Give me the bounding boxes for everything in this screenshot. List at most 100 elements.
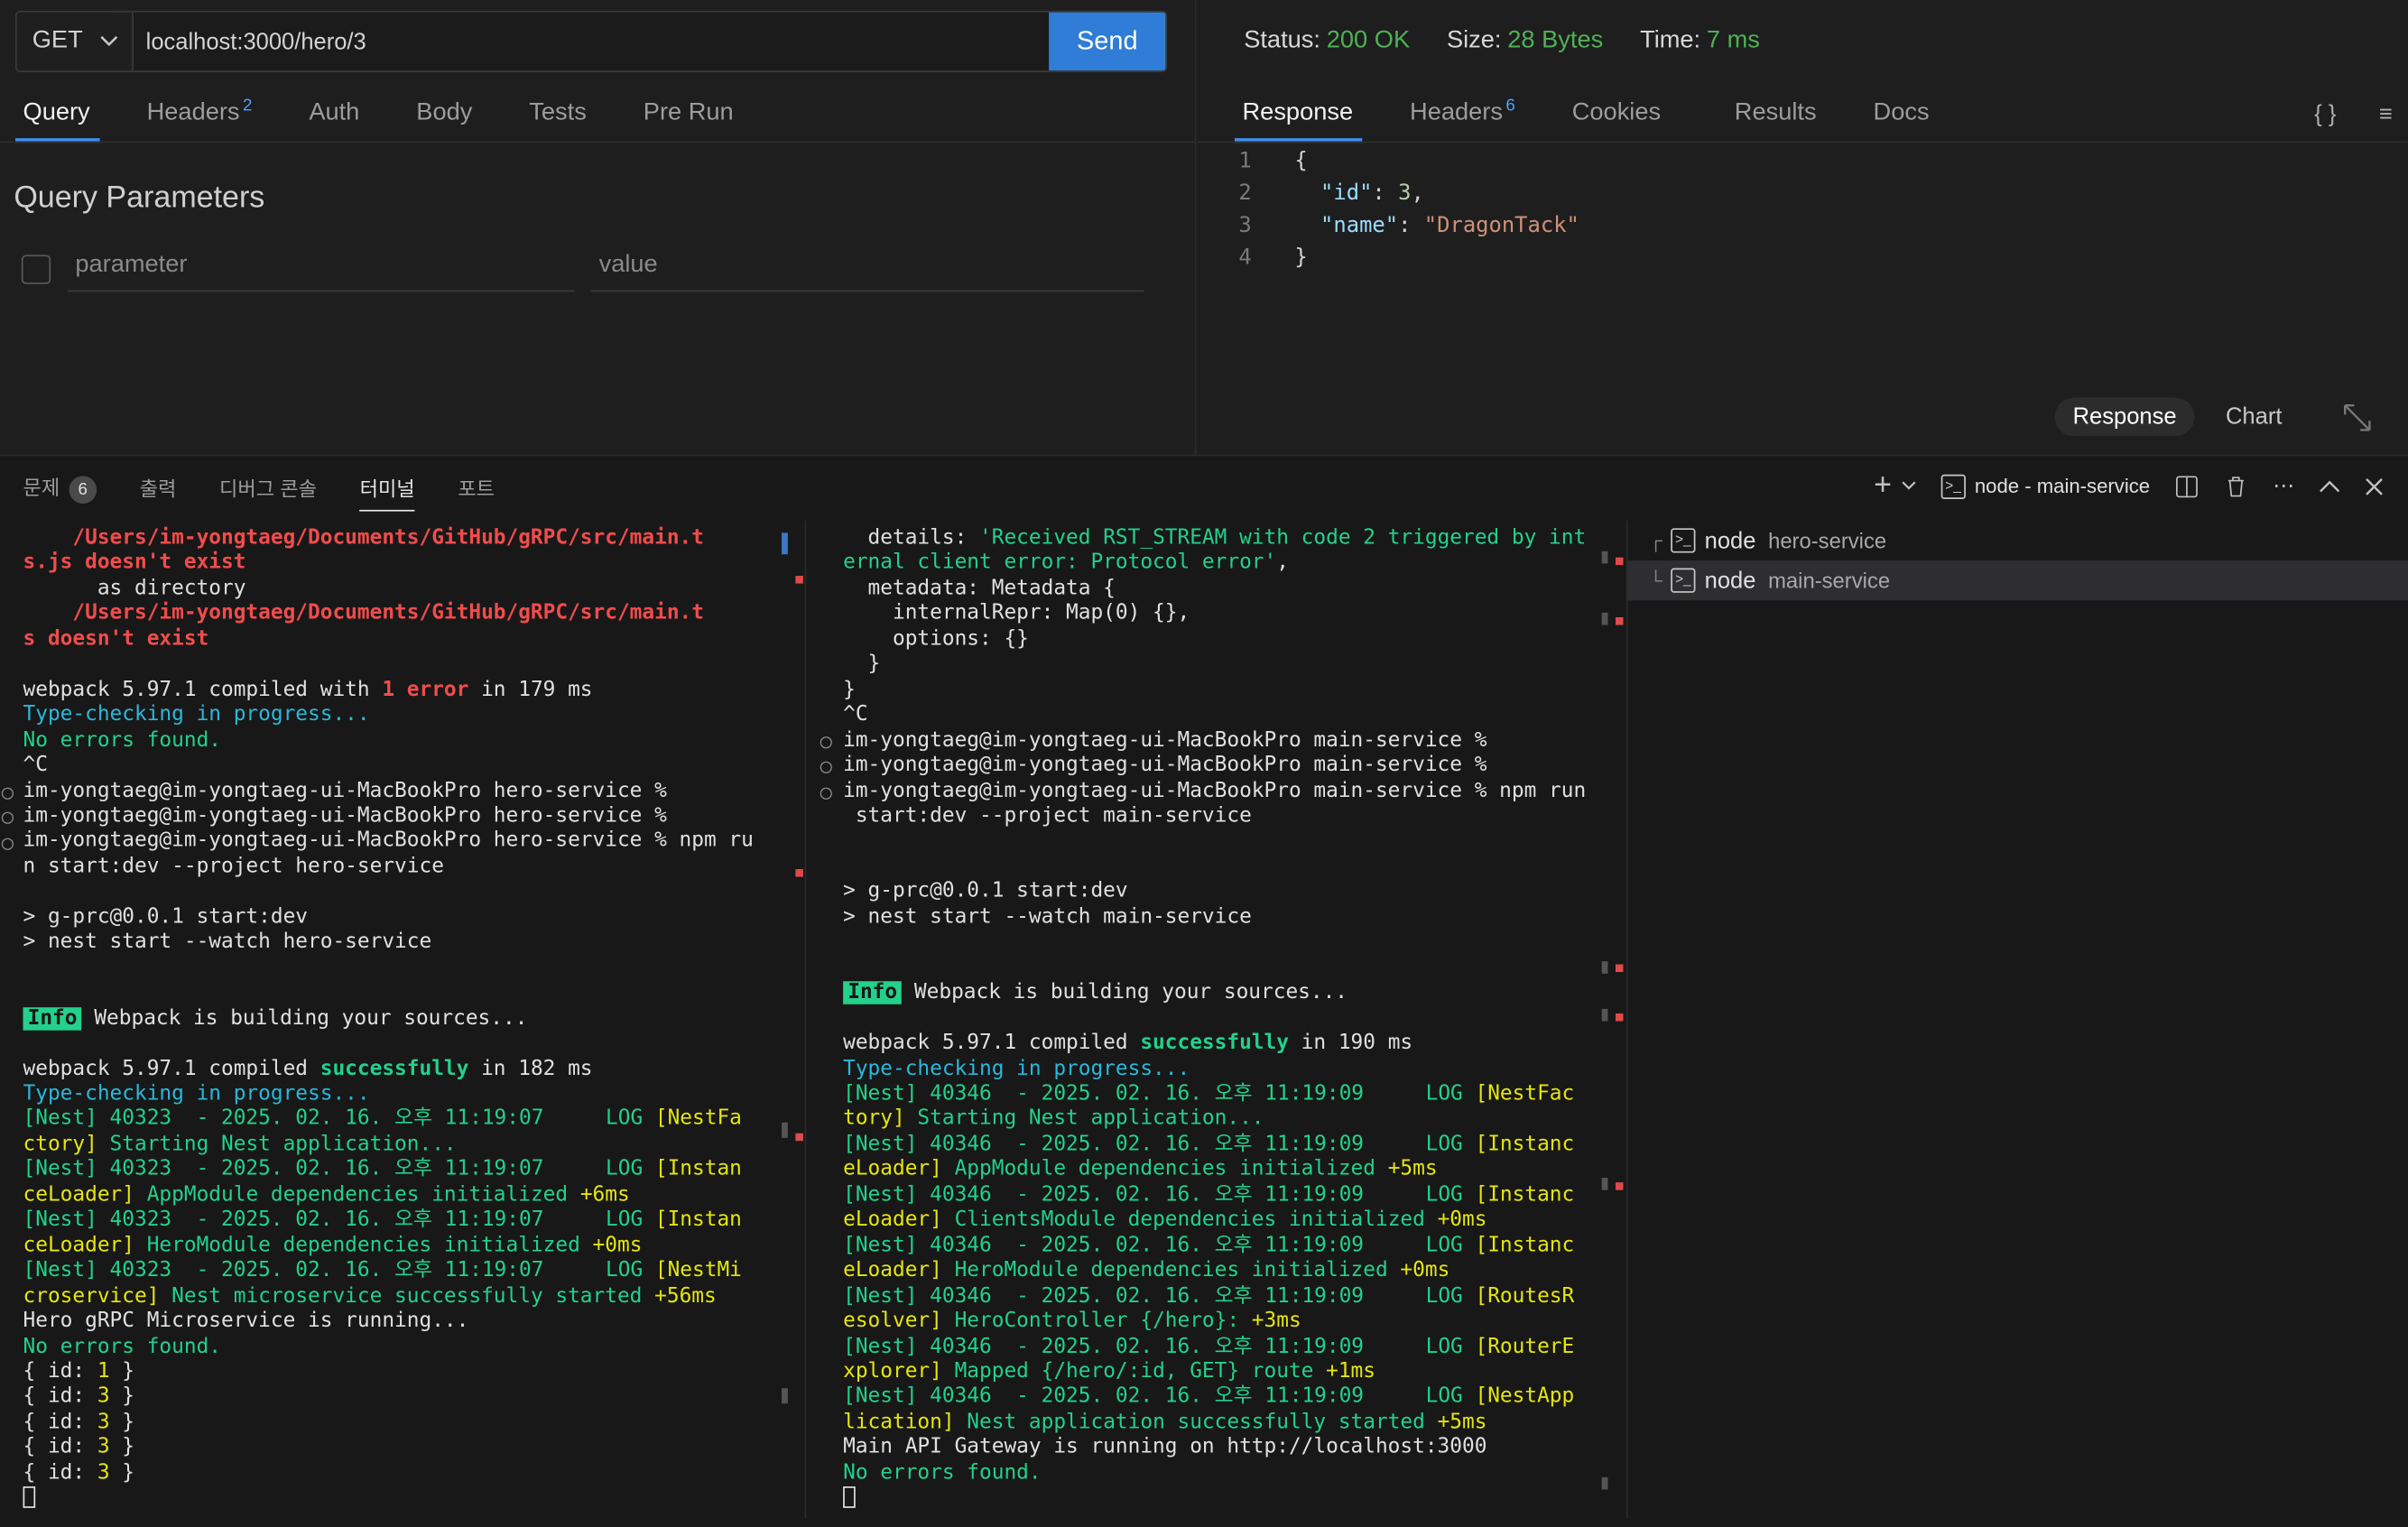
- scrollbar-thumb[interactable]: [782, 532, 788, 555]
- terminal-line: webpack 5.97.1 compiled: [843, 1032, 1141, 1056]
- tab-docs[interactable]: Docs: [1874, 100, 1930, 140]
- terminal-line: webpack 5.97.1 compiled: [23, 1057, 320, 1081]
- wrap-lines-icon[interactable]: ≡: [2379, 101, 2393, 127]
- param-name-input[interactable]: parameter: [67, 243, 575, 292]
- terminal-line: Webpack is building your sources...: [81, 1006, 528, 1031]
- method-select[interactable]: GET: [16, 12, 134, 71]
- tab-query[interactable]: Query: [15, 100, 99, 143]
- log-context: [NestApp: [1475, 1385, 1575, 1409]
- scrollbar-mark: [782, 1122, 788, 1138]
- terminal-line: { id:: [23, 1385, 97, 1409]
- log-context: lication]: [843, 1411, 955, 1434]
- log-context: eLoader]: [843, 1259, 942, 1282]
- response-pane: Status: 200 OK Size: 28 Bytes Time: 7 ms…: [1198, 0, 2408, 455]
- send-button[interactable]: Send: [1049, 12, 1166, 71]
- terminal-name: node: [1704, 567, 1756, 594]
- terminal-hero-service[interactable]: /Users/im-yongtaeg/Documents/GitHub/gRPC…: [23, 527, 776, 1514]
- line-number: 4: [1238, 245, 1252, 271]
- view-chart-button[interactable]: Chart: [2226, 403, 2282, 430]
- terminal-line: 'Received RST_STREAM with code 2 trigger…: [979, 526, 1587, 551]
- scrollbar-mark: [1601, 961, 1608, 974]
- tab-pre-run[interactable]: Pre Run: [644, 100, 734, 140]
- tab-terminal[interactable]: 터미널: [359, 473, 415, 512]
- json-key: "name": [1320, 213, 1399, 238]
- trash-icon[interactable]: [2224, 474, 2248, 498]
- response-tabs: Response Headers 6 Cookies Results Docs: [1235, 97, 1987, 146]
- tab-tests[interactable]: Tests: [529, 100, 587, 140]
- terminal-prompt: im-yongtaeg@im-yongtaeg-ui-MacBookPro he…: [23, 804, 667, 828]
- tab-debug-console[interactable]: 디버그 콘솔: [219, 473, 317, 502]
- log-context: [Instanc: [1475, 1133, 1575, 1157]
- code-line: 4}: [1198, 243, 1579, 275]
- tab-response[interactable]: Response: [1235, 100, 1363, 143]
- log-timing: +5ms: [1387, 1158, 1438, 1182]
- terminal-line: ernal client error: Protocol error': [843, 551, 1277, 576]
- tab-ports[interactable]: 포트: [458, 473, 495, 502]
- terminal-cursor: [843, 1486, 856, 1509]
- tab-cookies[interactable]: Cookies: [1572, 100, 1661, 140]
- tab-auth[interactable]: Auth: [309, 100, 359, 140]
- log-context: [Instan: [654, 1158, 742, 1182]
- terminal-line: > g-prc@0.0.1 start:dev: [843, 880, 1128, 904]
- log-line: [Nest] 40346 - 2025. 02. 16. 오후 11:19:09…: [843, 1082, 1476, 1106]
- url-bar: GET localhost:3000/hero/3 Send: [15, 10, 1168, 72]
- terminal-line: }: [843, 652, 881, 677]
- tab-body[interactable]: Body: [416, 100, 472, 140]
- json-brace: }: [1294, 245, 1308, 271]
- terminal-line: details:: [843, 526, 980, 551]
- param-checkbox[interactable]: [21, 255, 51, 284]
- log-line: [Nest] 40346 - 2025. 02. 16. 오후 11:19:09…: [843, 1385, 1476, 1409]
- new-terminal-icon[interactable]: +: [1874, 468, 1892, 504]
- tab-problems[interactable]: 문제 6: [23, 471, 97, 504]
- active-terminal-label[interactable]: >_ node - main-service: [1940, 473, 2150, 499]
- log-timing: +1ms: [1326, 1360, 1375, 1384]
- tab-results[interactable]: Results: [1735, 100, 1817, 140]
- terminal-main-service[interactable]: details: 'Received RST_STREAM with code …: [843, 527, 1603, 1514]
- log-message: AppModule dependencies initialized: [134, 1183, 580, 1208]
- terminal-list-item-hero-service[interactable]: ┌ >_ node hero-service: [1649, 521, 1886, 560]
- id-value: 3: [97, 1411, 110, 1434]
- log-line: [Nest] 40323 - 2025. 02. 16. 오후 11:19:07…: [23, 1158, 655, 1182]
- view-response-button[interactable]: Response: [2054, 397, 2195, 437]
- terminal-split-divider[interactable]: [804, 520, 807, 1519]
- terminal-line: { id:: [23, 1461, 97, 1485]
- log-message: ClientsModule dependencies initialized: [941, 1208, 1438, 1233]
- log-context: [RouterE: [1475, 1335, 1575, 1358]
- query-parameters-title: Query Parameters: [14, 180, 265, 216]
- terminal-line: /Users/im-yongtaeg/Documents/GitHub/gRPC…: [72, 526, 704, 551]
- terminal-line: n start:dev --project hero-service: [23, 855, 444, 879]
- terminal-prompt: im-yongtaeg@im-yongtaeg-ui-MacBookPro he…: [23, 779, 667, 803]
- terminal-name: node: [1704, 527, 1756, 554]
- split-terminal-icon[interactable]: [2174, 474, 2199, 498]
- tree-branch-icon: ┌: [1649, 530, 1662, 551]
- terminal-line: Type-checking in progress...: [23, 703, 370, 727]
- terminal-line: internalRepr: Map(0) {},: [843, 602, 1190, 626]
- log-context: [Instanc: [1475, 1234, 1575, 1257]
- url-input[interactable]: localhost:3000/hero/3: [134, 12, 1050, 71]
- expand-icon[interactable]: [2340, 400, 2374, 433]
- log-line: [Nest] 40346 - 2025. 02. 16. 오후 11:19:09…: [843, 1183, 1476, 1208]
- tab-headers[interactable]: Headers 2: [147, 97, 253, 140]
- tab-output[interactable]: 출력: [140, 473, 177, 502]
- log-timing: +0ms: [592, 1234, 643, 1257]
- scrollbar-mark: [1601, 1178, 1608, 1190]
- log-timing: +0ms: [1437, 1208, 1487, 1233]
- terminal-line: > nest start --watch hero-service: [23, 930, 432, 955]
- more-actions-icon[interactable]: ⋯: [2273, 473, 2294, 499]
- close-icon[interactable]: [2365, 477, 2383, 495]
- scrollbar-mark: [1601, 551, 1608, 564]
- success-text: successfully: [1140, 1032, 1289, 1056]
- terminal-line: ^C: [23, 754, 48, 778]
- terminal-line: }: [109, 1461, 134, 1485]
- param-value-input[interactable]: value: [591, 243, 1144, 292]
- log-context: esolver]: [843, 1310, 942, 1333]
- terminal-line: Hero gRPC Microservice is running...: [23, 1310, 469, 1333]
- terminal-list-item-main-service[interactable]: └ >_ node main-service: [1627, 560, 2408, 601]
- tab-response-headers[interactable]: Headers 6: [1410, 97, 1515, 140]
- chevron-down-icon: [100, 35, 118, 47]
- size-value: 28 Bytes: [1507, 27, 1604, 54]
- chevron-up-icon[interactable]: [2319, 479, 2340, 493]
- chevron-down-icon[interactable]: [1901, 481, 1916, 492]
- error-marker: [1615, 1182, 1624, 1190]
- braces-icon[interactable]: { }: [2314, 101, 2336, 127]
